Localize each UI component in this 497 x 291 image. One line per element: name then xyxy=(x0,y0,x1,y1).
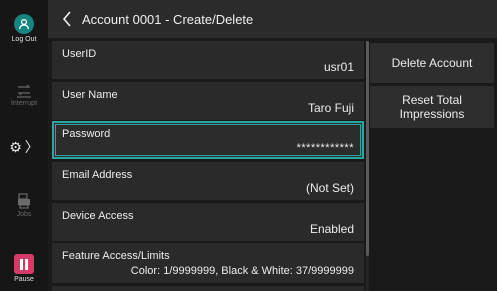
list-scrollbar[interactable] xyxy=(366,41,369,291)
email-address-value: (Not Set) xyxy=(305,181,354,195)
device-access-value: Enabled xyxy=(309,222,354,236)
reset-total-impressions-button[interactable]: Reset Total Impressions xyxy=(370,86,494,128)
page-title: Account 0001 - Create/Delete xyxy=(82,11,254,27)
logout-icon xyxy=(14,14,34,34)
userid-label: UserID xyxy=(62,48,97,60)
password-label: Password xyxy=(62,128,111,140)
user-name-value: Taro Fuji xyxy=(307,101,354,115)
user-name-label: User Name xyxy=(62,89,118,101)
user-name-row[interactable]: User Name Taro Fuji xyxy=(52,82,364,120)
feature-access-value: Color: 1/9999999, Black & White: 37/9999… xyxy=(130,265,354,277)
delete-account-button[interactable]: Delete Account xyxy=(370,43,494,83)
back-button[interactable] xyxy=(56,0,78,38)
side-rail: Log Out Interrupt ⚙ 〉 Jobs Pause xyxy=(0,0,48,291)
reset-label-line1: Reset Total xyxy=(402,93,462,107)
jobs-button[interactable]: Jobs xyxy=(0,193,48,218)
userid-value: usr01 xyxy=(323,60,354,74)
feature-access-label: Feature Access/Limits xyxy=(62,250,170,262)
password-value: ************ xyxy=(296,142,354,154)
scrollbar-thumb[interactable] xyxy=(366,41,369,256)
delete-account-label: Delete Account xyxy=(391,56,473,70)
header-bar: Account 0001 - Create/Delete xyxy=(48,0,497,38)
account-settings-list: UserID usr01 User Name Taro Fuji Passwor… xyxy=(52,41,364,291)
jobs-label: Jobs xyxy=(16,211,32,218)
email-address-label: Email Address xyxy=(62,169,133,181)
device-access-row[interactable]: Device Access Enabled xyxy=(52,203,364,241)
interrupt-button[interactable]: Interrupt xyxy=(0,84,48,107)
chevron-left-icon xyxy=(62,11,71,27)
gear-icon: ⚙ xyxy=(9,138,22,155)
pause-label: Pause xyxy=(14,276,34,283)
logout-label: Log Out xyxy=(11,36,37,43)
device-access-label: Device Access xyxy=(62,210,134,222)
password-row[interactable]: Password ************ xyxy=(52,121,364,159)
chevron-right-icon: 〉 xyxy=(24,139,39,155)
feature-access-row[interactable]: Feature Access/Limits Color: 1/9999999, … xyxy=(52,243,364,283)
pause-icon xyxy=(14,254,34,274)
logout-button[interactable]: Log Out xyxy=(0,14,48,43)
jobs-icon xyxy=(18,193,30,209)
tools-button[interactable]: ⚙ 〉 xyxy=(0,137,48,157)
userid-row[interactable]: UserID usr01 xyxy=(52,41,364,79)
next-row[interactable] xyxy=(52,286,364,291)
email-address-row[interactable]: Email Address (Not Set) xyxy=(52,162,364,200)
interrupt-label: Interrupt xyxy=(10,100,38,107)
pause-button[interactable]: Pause xyxy=(0,254,48,283)
reset-label-line2: Impressions xyxy=(399,107,465,121)
interrupt-icon xyxy=(17,84,31,98)
